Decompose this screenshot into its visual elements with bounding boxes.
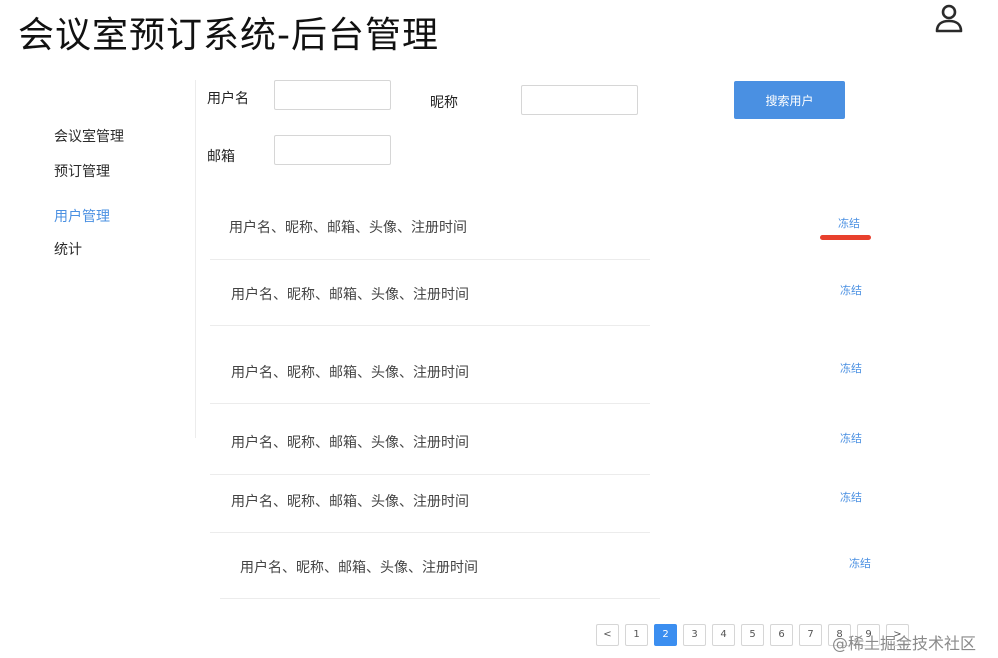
user-row-info: 用户名、昵称、邮箱、头像、注册时间 — [229, 220, 467, 236]
row-divider — [220, 598, 660, 599]
pagination-prev-button[interactable]: < — [596, 624, 619, 646]
sidebar-item-bookings[interactable]: 预订管理 — [54, 161, 110, 181]
user-row-info: 用户名、昵称、邮箱、头像、注册时间 — [231, 494, 469, 510]
username-input[interactable] — [274, 80, 391, 110]
pagination-page-4[interactable]: 4 — [712, 624, 735, 646]
watermark: @稀土掘金技术社区 — [832, 634, 977, 653]
email-input[interactable] — [274, 135, 391, 165]
user-row-info: 用户名、昵称、邮箱、头像、注册时间 — [231, 435, 469, 451]
sidebar-item-users[interactable]: 用户管理 — [54, 206, 110, 226]
email-label: 邮箱 — [207, 149, 235, 165]
pagination-page-5[interactable]: 5 — [741, 624, 764, 646]
pagination-page-6[interactable]: 6 — [770, 624, 793, 646]
user-icon[interactable] — [932, 2, 966, 36]
sidebar-item-meeting-rooms[interactable]: 会议室管理 — [54, 126, 124, 146]
app-title: 会议室预订系统-后台管理 — [18, 15, 439, 56]
user-row-info: 用户名、昵称、邮箱、头像、注册时间 — [231, 287, 469, 303]
user-row-info: 用户名、昵称、邮箱、头像、注册时间 — [240, 560, 478, 576]
freeze-button[interactable]: 冻结 — [840, 360, 862, 376]
username-label: 用户名 — [207, 91, 249, 107]
user-row-info: 用户名、昵称、邮箱、头像、注册时间 — [231, 365, 469, 381]
sidebar-item-statistics[interactable]: 统计 — [54, 239, 82, 259]
pagination-page-7[interactable]: 7 — [799, 624, 822, 646]
pagination-page-1[interactable]: 1 — [625, 624, 648, 646]
search-users-button[interactable]: 搜索用户 — [734, 81, 845, 119]
pagination-page-3[interactable]: 3 — [683, 624, 706, 646]
freeze-button[interactable]: 冻结 — [840, 430, 862, 446]
row-divider — [210, 259, 650, 260]
freeze-button[interactable]: 冻结 — [840, 282, 862, 298]
annotation-underline — [820, 235, 871, 240]
freeze-button[interactable]: 冻结 — [849, 555, 871, 571]
row-divider — [210, 325, 650, 326]
row-divider — [210, 532, 650, 533]
pagination-page-2[interactable]: 2 — [654, 624, 677, 646]
freeze-button[interactable]: 冻结 — [840, 489, 862, 505]
page: 会议室预订系统-后台管理 会议室管理 预订管理 用户管理 统计 用户名 昵称 搜… — [0, 0, 998, 658]
freeze-button[interactable]: 冻结 — [838, 215, 860, 231]
nickname-input[interactable] — [521, 85, 638, 115]
row-divider — [210, 403, 650, 404]
nickname-label: 昵称 — [430, 95, 458, 111]
row-divider — [210, 474, 650, 475]
